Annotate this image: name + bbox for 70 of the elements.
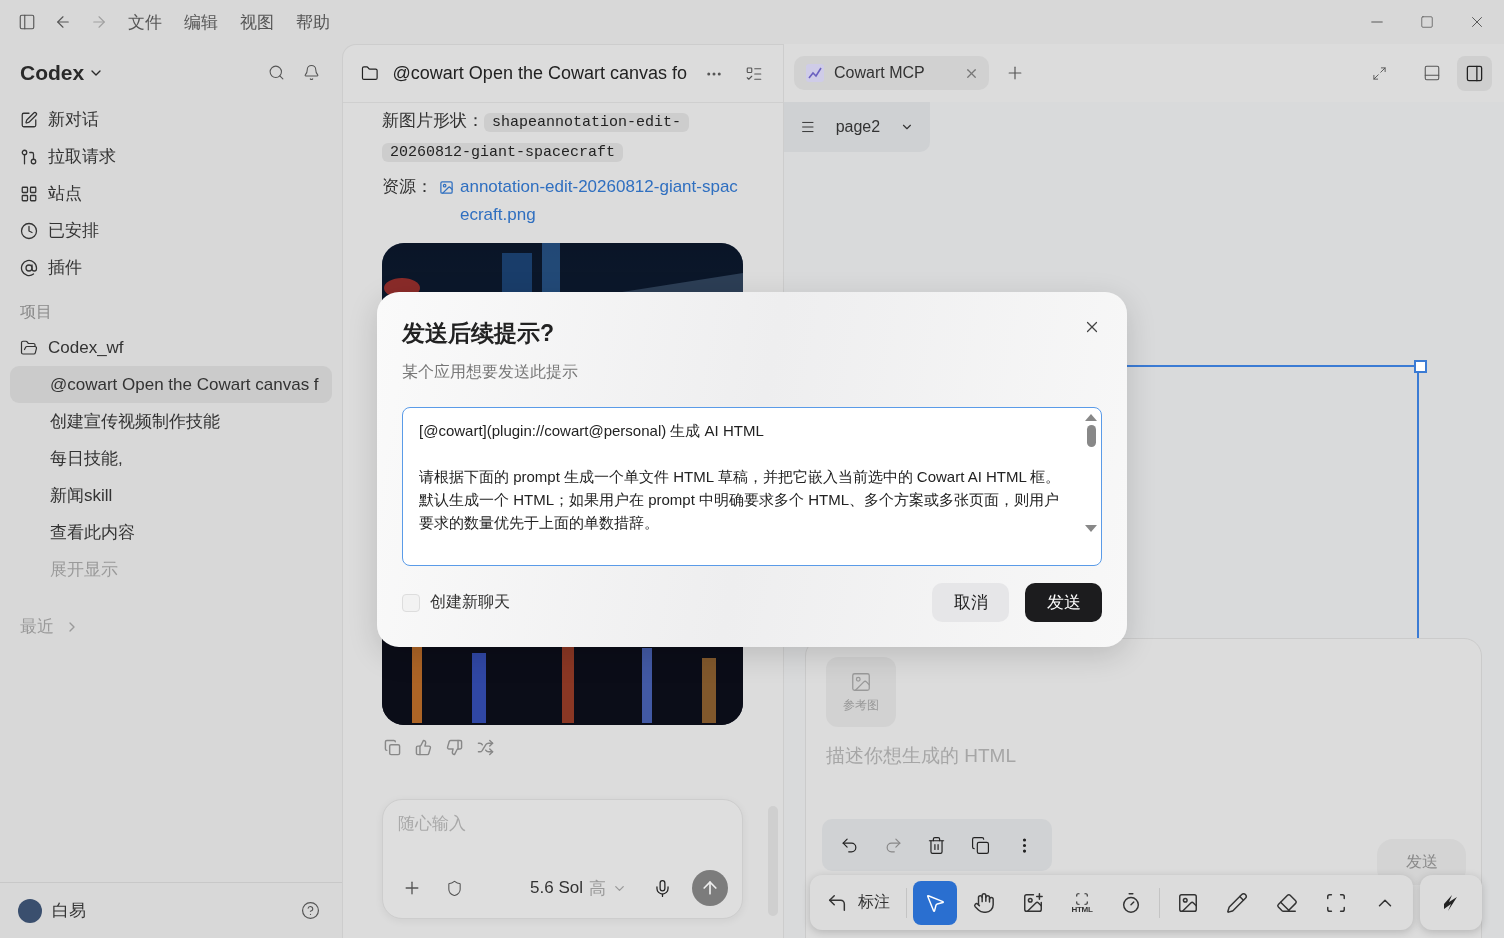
menu-item[interactable]: 帮助 bbox=[290, 10, 336, 34]
frame-icon bbox=[1324, 891, 1347, 914]
avatar bbox=[18, 898, 42, 923]
compose-icon bbox=[20, 110, 38, 129]
send-button[interactable] bbox=[692, 870, 728, 906]
sidebar-item[interactable]: 已安排 bbox=[10, 212, 332, 249]
eraser-icon bbox=[1275, 891, 1298, 914]
trash-icon[interactable] bbox=[927, 835, 947, 855]
grid-icon bbox=[20, 184, 38, 203]
shape-label: 新图片形状： bbox=[382, 111, 484, 130]
resize-handle[interactable] bbox=[1414, 360, 1427, 373]
dialog-subtitle: 某个应用想要发送此提示 bbox=[402, 362, 578, 382]
conversation-title: @cowart Open the Cowart canvas fo bbox=[392, 63, 687, 84]
scrollbar-thumb[interactable] bbox=[1086, 425, 1096, 447]
send-button[interactable]: 发送 bbox=[1025, 583, 1102, 622]
menu-item[interactable]: 文件 bbox=[122, 10, 168, 34]
logo-button[interactable] bbox=[1420, 875, 1482, 930]
prompt-line: [@cowart](plugin://cowart@personal) 生成 AI HTML bbox=[419, 421, 765, 441]
pull-request-icon bbox=[20, 147, 38, 166]
app-title[interactable]: Codex bbox=[20, 60, 105, 85]
checkbox-label: 创建新聊天 bbox=[430, 592, 510, 612]
code-snippet: shapeannotation-edit- bbox=[484, 113, 690, 132]
prompt-line: 默认生成一个 HTML；如果用户在 prompt 中明确要求多个 HTML、多个方案或多张页面，则用户要求的数量优先于上面的单数措辞。 bbox=[419, 490, 1061, 533]
thumbs-up-icon[interactable] bbox=[415, 739, 432, 756]
image-icon bbox=[1177, 891, 1199, 914]
code-snippet: 20260812-giant-spacecraft bbox=[382, 143, 624, 162]
pointer-tool[interactable] bbox=[913, 880, 957, 925]
clock-icon bbox=[20, 221, 38, 240]
scroll-down-icon[interactable] bbox=[1085, 525, 1097, 532]
branch-icon[interactable] bbox=[477, 739, 494, 756]
model-selector[interactable]: 5.6 Sol 高 bbox=[524, 875, 633, 901]
at-sign-icon bbox=[20, 258, 38, 277]
prompt-field[interactable]: [@cowart](plugin://cowart@personal) 生成 AI HTML 请根据下面的 prompt 生成一个单文件 HTML 草稿，并把它嵌入当前选中的 Cowart AI HTML 框。 默认生成一个 HTML；如果用户在 prompt 中明确要求多个 HTML、多个方案或多张页面，则用户要求的数量优先于上面的单数措辞。 bbox=[402, 407, 1102, 566]
image-sparkle-icon bbox=[1022, 891, 1044, 914]
annotate-tool[interactable]: 标注 bbox=[816, 880, 900, 925]
menu-item[interactable]: 视图 bbox=[234, 10, 280, 34]
section-heading: 项目 bbox=[19, 302, 53, 322]
sidebar-item[interactable]: 拉取请求 bbox=[10, 138, 332, 175]
sidebar-item[interactable]: 插件 bbox=[10, 249, 332, 286]
thread-item[interactable]: @cowart Open the Cowart canvas f bbox=[10, 366, 332, 403]
html-tool[interactable]: HTML bbox=[1060, 880, 1104, 925]
page-selector[interactable]: page2 bbox=[784, 102, 930, 152]
checkbox[interactable] bbox=[402, 593, 420, 612]
thumbs-down-icon[interactable] bbox=[446, 739, 463, 756]
menu-item[interactable]: 编辑 bbox=[178, 10, 224, 34]
resource-label: 资源： bbox=[382, 176, 433, 198]
project-folder[interactable]: Codex_wf bbox=[10, 329, 332, 366]
hand-icon bbox=[973, 891, 995, 914]
timer-icon bbox=[1120, 891, 1142, 914]
copy-icon[interactable] bbox=[971, 835, 991, 855]
dialog-title: 发送后续提示? bbox=[402, 319, 555, 348]
side-panel-icon[interactable] bbox=[1457, 55, 1492, 91]
thread-item[interactable]: 查看此内容 bbox=[10, 514, 332, 551]
thread-item[interactable]: 新闻skill bbox=[10, 477, 332, 514]
frame-icon bbox=[1075, 891, 1089, 906]
image-icon bbox=[439, 180, 454, 195]
user-name: 白易 bbox=[52, 900, 86, 922]
canvas-tab[interactable]: Cowart MCP bbox=[794, 56, 989, 90]
folder-icon bbox=[361, 64, 379, 83]
pencil-icon bbox=[1226, 891, 1249, 914]
thread-item[interactable]: 每日技能, bbox=[10, 440, 332, 477]
image-icon bbox=[850, 670, 872, 693]
cancel-button[interactable]: 取消 bbox=[932, 583, 1009, 622]
sidebar-item[interactable]: 站点 bbox=[10, 175, 332, 212]
chart-logo-icon bbox=[806, 64, 824, 82]
prompt-line: 请根据下面的 prompt 生成一个单文件 HTML 草稿，并把它嵌入当前选中的 Cowart AI HTML 框。 bbox=[419, 467, 1062, 487]
folder-icon bbox=[20, 338, 38, 357]
thread-item[interactable]: 创建宣传视频制作技能 bbox=[10, 403, 332, 440]
sidebar-item[interactable]: 新对话 bbox=[10, 101, 332, 138]
file-link[interactable]: annotation-edit-20260812-giant-spacecraft.png bbox=[460, 173, 743, 229]
